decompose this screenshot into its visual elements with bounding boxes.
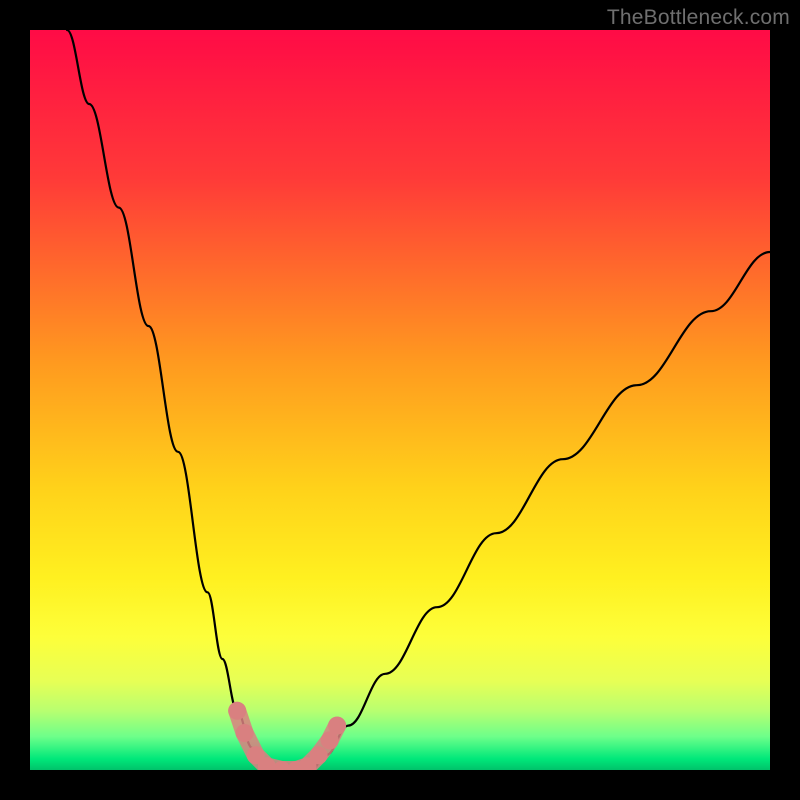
outer-frame: TheBottleneck.com	[0, 0, 800, 800]
watermark-text: TheBottleneck.com	[607, 6, 790, 30]
marker-group	[228, 702, 346, 770]
marker-dot	[236, 724, 254, 742]
marker-dot	[328, 717, 346, 735]
plot-area	[30, 30, 770, 770]
curve-layer	[30, 30, 770, 770]
bottleneck-curve	[67, 30, 770, 770]
marker-dot	[228, 702, 246, 720]
marker-dot	[310, 746, 328, 764]
